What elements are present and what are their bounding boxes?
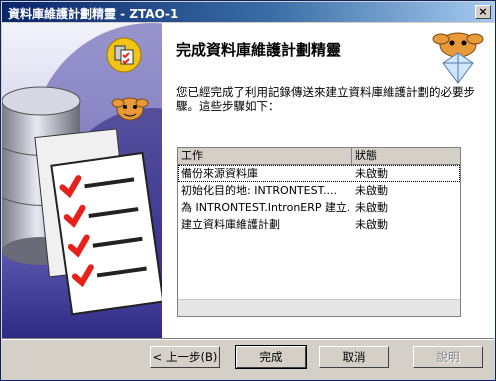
column-header-task[interactable]: 工作	[178, 148, 352, 164]
task-name: 備份來源資料庫	[181, 167, 258, 180]
mascot-icon	[111, 97, 149, 121]
title-bar[interactable]: 資料庫維護計劃精靈 - ZTAO-1 ×	[2, 2, 494, 22]
window-title: 資料庫維護計劃精靈 - ZTAO-1	[8, 7, 179, 21]
task-name: 為 INTRONTEST.IntronERP 建立...	[181, 201, 349, 214]
wizard-window: 資料庫維護計劃精靈 - ZTAO-1 × 完成資料庫維護計劃精靈 您已經完成了利…	[0, 0, 496, 381]
task-status: 未啟動	[355, 201, 388, 214]
button-separator	[2, 338, 494, 340]
wizard-mascot-icon	[432, 32, 484, 84]
cancel-button[interactable]: 取消	[319, 346, 389, 368]
task-status: 未啟動	[355, 218, 388, 231]
task-status: 未啟動	[355, 167, 388, 180]
task-list-header: 工作 狀態	[178, 148, 460, 165]
help-button[interactable]: 說明	[413, 346, 483, 368]
task-name: 初始化目的地: INTRONTEST....	[181, 184, 337, 197]
database-checklist-icon	[106, 37, 142, 73]
table-row[interactable]: 建立資料庫維護計劃 未啟動	[178, 216, 460, 233]
page-title: 完成資料庫維護計劃精靈	[176, 41, 342, 59]
close-icon: ×	[478, 5, 488, 18]
column-header-status[interactable]: 狀態	[352, 148, 460, 164]
table-row[interactable]: 備份來源資料庫 未啟動	[178, 165, 460, 182]
close-button[interactable]: ×	[475, 5, 491, 19]
page-description: 您已經完成了利用記錄傳送來建立資料庫維護計劃的必要步驟。這些步驟如下：	[176, 85, 475, 113]
task-list[interactable]: 工作 狀態 備份來源資料庫 未啟動 初始化目的地: INTRONTEST....…	[177, 147, 461, 317]
wizard-content: 完成資料庫維護計劃精靈 您已經完成了利用記錄傳送來建立資料庫維護計劃的必要步驟。…	[106, 23, 495, 338]
table-row[interactable]: 初始化目的地: INTRONTEST.... 未啟動	[178, 182, 460, 199]
finish-button[interactable]: 完成	[235, 345, 307, 369]
back-button[interactable]: < 上一步(B)	[150, 346, 220, 368]
task-name: 建立資料庫維護計劃	[181, 218, 280, 231]
task-status: 未啟動	[355, 184, 388, 197]
horizontal-scrollbar[interactable]	[178, 299, 460, 316]
table-row[interactable]: 為 INTRONTEST.IntronERP 建立... 未啟動	[178, 199, 460, 216]
task-rows: 備份來源資料庫 未啟動 初始化目的地: INTRONTEST.... 未啟動 為…	[178, 165, 460, 233]
